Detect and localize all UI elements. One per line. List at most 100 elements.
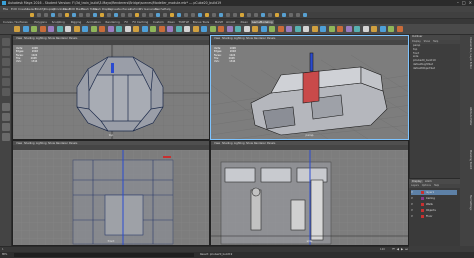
status-line-tool-icon[interactable] — [191, 13, 195, 17]
shelf-tab[interactable]: Animation — [86, 20, 102, 24]
shelf-tab[interactable]: GameModeling — [250, 19, 274, 24]
close-icon[interactable]: × — [469, 1, 472, 5]
status-line-tool-icon[interactable] — [268, 13, 272, 17]
status-line-tool-icon[interactable] — [72, 13, 76, 17]
shelf-tool-icon[interactable] — [320, 26, 326, 32]
status-line-tool-icon[interactable] — [303, 13, 307, 17]
shelf-tool-icon[interactable] — [226, 26, 233, 32]
scale-tool-icon[interactable] — [2, 88, 10, 96]
layer-color-swatch[interactable] — [421, 197, 424, 200]
shelf-tab[interactable]: TURTLE — [178, 20, 191, 24]
shelf-tool-icon[interactable] — [14, 26, 20, 32]
outliner-show-menu[interactable]: Show — [424, 40, 430, 43]
viewport-persp[interactable]: View Shading Lighting Show Renderer Pane… — [210, 35, 409, 140]
shelf-tool-icon[interactable] — [22, 26, 29, 32]
shelf-tool-icon[interactable] — [192, 26, 199, 32]
shelf-tool-icon[interactable] — [396, 26, 403, 32]
shelf-tab[interactable]: XGen — [239, 20, 249, 24]
play-forward-icon[interactable]: ▶ — [401, 247, 403, 251]
layer-row[interactable]: V Floor — [411, 214, 457, 219]
status-line-tool-icon[interactable] — [65, 13, 69, 17]
status-line-tool-icon[interactable] — [37, 13, 41, 17]
status-line-tool-icon[interactable] — [79, 13, 83, 17]
outliner-row[interactable]: defaultObjectSet — [410, 67, 460, 71]
play-back-icon[interactable]: ◀ — [397, 247, 399, 251]
shelf-tool-icon[interactable] — [311, 26, 318, 32]
shelf-tool-icon[interactable] — [218, 26, 224, 32]
shelf-tool-icon[interactable] — [243, 26, 250, 32]
visibility-toggle-icon[interactable]: V — [411, 203, 413, 206]
status-line-tool-icon[interactable] — [219, 13, 223, 17]
shelf-tab[interactable]: MASH — [214, 20, 224, 24]
lasso-tool-icon[interactable] — [2, 48, 10, 56]
layer-row[interactable]: V Walls — [411, 202, 457, 207]
select-tool-icon[interactable] — [2, 38, 10, 46]
outliner-help-menu[interactable]: Help — [433, 40, 438, 43]
menu-uv[interactable]: UV — [139, 7, 143, 11]
status-line-tool-icon[interactable] — [100, 13, 104, 17]
shelf-tool-icon[interactable] — [99, 26, 105, 32]
shelf-tool-icon[interactable] — [328, 26, 335, 32]
layer-color-swatch[interactable] — [421, 215, 424, 218]
shelf-tool-icon[interactable] — [184, 26, 190, 32]
end-frame[interactable]: 120 — [380, 248, 385, 251]
shelf-tool-icon[interactable] — [90, 26, 97, 32]
start-frame[interactable]: 1 — [2, 248, 4, 251]
viewport-front[interactable]: View Shading Lighting Show Renderer Pane… — [12, 140, 210, 246]
shelf-tool-icon[interactable] — [73, 26, 80, 32]
rotate-tool-icon[interactable] — [2, 78, 10, 86]
status-line-tool-icon[interactable] — [212, 13, 216, 17]
shelf-tool-icon[interactable] — [345, 26, 352, 32]
status-line-tool-icon[interactable] — [135, 13, 139, 17]
status-line-tool-icon[interactable] — [93, 13, 97, 17]
shelf-tool-icon[interactable] — [362, 26, 369, 32]
shelf-tool-icon[interactable] — [48, 26, 54, 32]
status-line-tool-icon[interactable] — [163, 13, 167, 17]
tab-tool-settings[interactable]: Tool Settings — [462, 195, 472, 210]
persp-graph-icon[interactable] — [2, 133, 10, 141]
shelf-tool-icon[interactable] — [175, 26, 182, 32]
shelf-tool-icon[interactable] — [388, 26, 394, 32]
status-line-tool-icon[interactable] — [247, 13, 251, 17]
status-line-tool-icon[interactable] — [233, 13, 237, 17]
shelf-tool-icon[interactable] — [303, 26, 309, 32]
status-line-tool-icon[interactable] — [30, 13, 34, 17]
visibility-toggle-icon[interactable]: V — [411, 209, 413, 212]
shelf-tool-icon[interactable] — [107, 26, 114, 32]
shelf-tool-icon[interactable] — [201, 26, 207, 32]
viewport-side[interactable]: View Shading Lighting Show Renderer Pane… — [210, 140, 409, 246]
layers-menu[interactable]: Layers — [411, 184, 419, 187]
status-line-tool-icon[interactable] — [170, 13, 174, 17]
shelf-tool-icon[interactable] — [294, 26, 301, 32]
status-line-tool-icon[interactable] — [121, 13, 125, 17]
shelf-tab[interactable]: Sculpting — [51, 20, 66, 24]
status-line-tool-icon[interactable] — [149, 13, 153, 17]
shelf-tab[interactable]: Curves / Surfaces — [2, 20, 29, 24]
menu-curves[interactable]: Curves — [108, 7, 118, 11]
shelf-tab[interactable]: Custom — [152, 20, 165, 24]
tab-display-layers[interactable]: Display — [411, 180, 423, 183]
menu-file[interactable]: File — [3, 7, 8, 11]
shelf-tool-icon[interactable] — [260, 26, 267, 32]
visibility-toggle-icon[interactable]: V — [411, 197, 413, 200]
status-line-tool-icon[interactable] — [240, 13, 244, 17]
status-line-tool-icon[interactable] — [177, 13, 181, 17]
persp-outliner-icon[interactable] — [2, 123, 10, 131]
command-input[interactable] — [14, 253, 194, 257]
menu-cache[interactable]: Cache — [155, 7, 164, 11]
status-line-tool-icon[interactable] — [261, 13, 265, 17]
shelf-tool-icon[interactable] — [286, 26, 292, 32]
tab-modeling-toolkit[interactable]: Modeling Toolkit — [462, 150, 472, 169]
status-line-tool-icon[interactable] — [86, 13, 90, 17]
status-line-tool-icon[interactable] — [205, 13, 209, 17]
status-line-tool-icon[interactable] — [128, 13, 132, 17]
shelf-tool-icon[interactable] — [124, 26, 131, 32]
layer-color-swatch[interactable] — [421, 209, 424, 212]
shelf-tool-icon[interactable] — [235, 26, 241, 32]
shelf-tool-icon[interactable] — [116, 26, 122, 32]
tab-attribute-editor[interactable]: Attribute Editor — [462, 107, 472, 125]
status-line-tool-icon[interactable] — [51, 13, 55, 17]
status-line-tool-icon[interactable] — [275, 13, 279, 17]
script-language-label[interactable]: MEL — [2, 253, 7, 256]
shelf-tab[interactable]: Rigging — [70, 20, 83, 24]
